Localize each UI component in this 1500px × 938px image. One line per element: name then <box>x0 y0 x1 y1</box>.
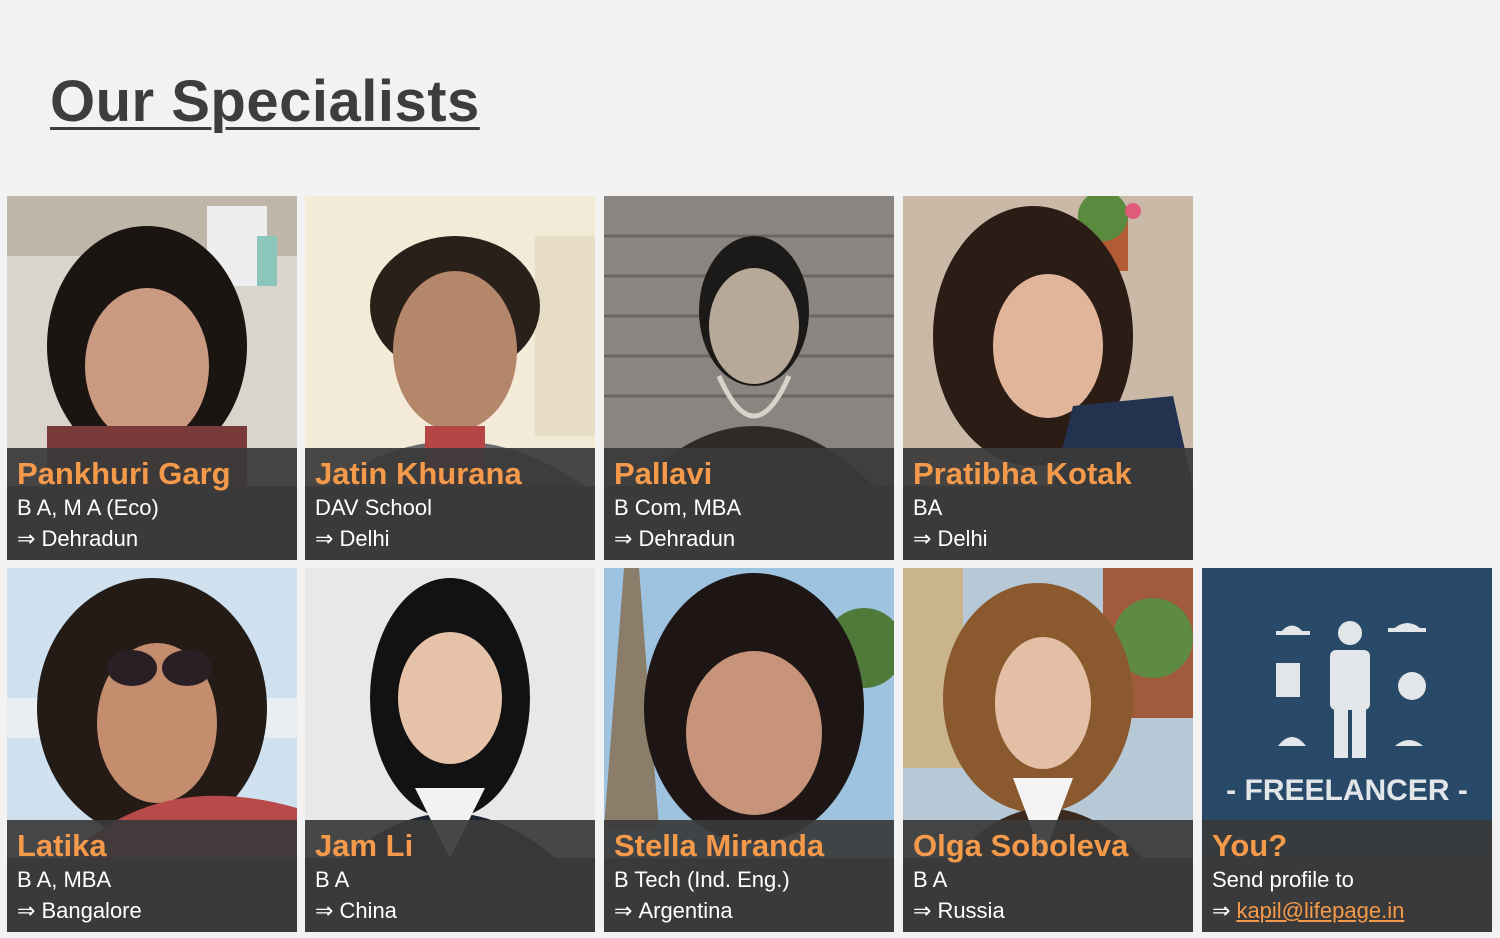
specialist-card[interactable]: Latika B A, MBA ⇒ Bangalore <box>7 568 297 932</box>
specialist-qualification: BA <box>913 495 943 520</box>
profile-photo <box>7 196 297 486</box>
specialist-location: Dehradun <box>638 526 736 551</box>
cta-email-row: ⇒ kapil@lifepage.in <box>1212 895 1482 926</box>
profile-photo <box>903 196 1193 486</box>
arrow-icon: ⇒ <box>1212 898 1231 923</box>
specialist-card[interactable]: Stella Miranda B Tech (Ind. Eng.) ⇒ Argen… <box>604 568 894 932</box>
profile-photo <box>604 196 894 486</box>
specialist-location-row: ⇒ Argentina <box>614 895 884 926</box>
specialist-qualification: DAV School <box>315 495 432 520</box>
profile-photo <box>7 568 297 858</box>
page-title: Our Specialists <box>50 69 480 134</box>
specialist-name: Stella Miranda <box>614 828 825 863</box>
cta-send-profile: Send profile to <box>1212 867 1354 892</box>
arrow-icon: ⇒ <box>614 526 633 551</box>
arrow-icon: ⇒ <box>913 526 932 551</box>
arrow-icon: ⇒ <box>315 898 334 923</box>
specialist-location: Bangalore <box>41 898 142 923</box>
specialist-name: Pratibha Kotak <box>913 456 1132 491</box>
specialist-qualification: B A <box>913 867 948 892</box>
specialist-card[interactable]: Pankhuri Garg B A, M A (Eco) ⇒ Dehradun <box>7 196 297 560</box>
specialist-name: Jam Li <box>315 828 414 863</box>
specialist-card[interactable]: Jam Li B A ⇒ China <box>305 568 595 932</box>
arrow-icon: ⇒ <box>17 898 36 923</box>
cta-name: You? <box>1212 828 1288 863</box>
specialist-location-row: ⇒ Dehradun <box>17 523 287 554</box>
specialist-location: Delhi <box>937 526 988 551</box>
email-link[interactable]: kapil@lifepage.in <box>1236 898 1404 923</box>
specialist-location-row: ⇒ Delhi <box>315 523 585 554</box>
freelancer-board: - FREELANCER - <box>1202 568 1492 858</box>
specialist-name: Olga Soboleva <box>913 828 1129 863</box>
specialist-card[interactable]: Pratibha Kotak BA ⇒ Delhi <box>903 196 1193 560</box>
specialist-card[interactable]: Olga Soboleva B A ⇒ Russia <box>903 568 1193 932</box>
freelancer-cta-card[interactable]: - FREELANCER - You? Send profile to ⇒ kap… <box>1202 568 1492 932</box>
freelancer-icon: - FREELANCER - <box>1202 568 1492 858</box>
specialist-location: Argentina <box>638 898 733 923</box>
specialist-name: Jatin Khurana <box>315 456 522 491</box>
specialist-name: Latika <box>17 828 107 863</box>
specialist-location-row: ⇒ Delhi <box>913 523 1183 554</box>
specialist-qualification: B Tech (Ind. Eng.) <box>614 867 790 892</box>
arrow-icon: ⇒ <box>614 898 633 923</box>
specialist-qualification: B Com, MBA <box>614 495 742 520</box>
specialist-name: Pallavi <box>614 456 713 491</box>
specialist-qualification: B A <box>315 867 350 892</box>
specialist-card[interactable]: Jatin Khurana DAV School ⇒ Delhi <box>305 196 595 560</box>
arrow-icon: ⇒ <box>315 526 334 551</box>
profile-photo <box>903 568 1193 858</box>
specialist-location: Russia <box>937 898 1005 923</box>
specialist-location-row: ⇒ Dehradun <box>614 523 884 554</box>
specialist-card[interactable]: Pallavi B Com, MBA ⇒ Dehradun <box>604 196 894 560</box>
specialist-name: Pankhuri Garg <box>17 456 231 491</box>
arrow-icon: ⇒ <box>17 526 36 551</box>
profile-photo <box>604 568 894 858</box>
profile-photo <box>305 568 595 858</box>
specialist-location-row: ⇒ Russia <box>913 895 1183 926</box>
specialist-location: Dehradun <box>41 526 139 551</box>
freelancer-badge-text: - FREELANCER - <box>1226 774 1468 807</box>
specialist-location-row: ⇒ China <box>315 895 585 926</box>
profile-photo <box>305 196 595 486</box>
specialist-location: China <box>339 898 397 923</box>
specialist-qualification: B A, MBA <box>17 867 112 892</box>
specialist-location: Delhi <box>339 526 390 551</box>
specialist-qualification: B A, M A (Eco) <box>17 495 159 520</box>
arrow-icon: ⇒ <box>913 898 932 923</box>
specialist-location-row: ⇒ Bangalore <box>17 895 287 926</box>
